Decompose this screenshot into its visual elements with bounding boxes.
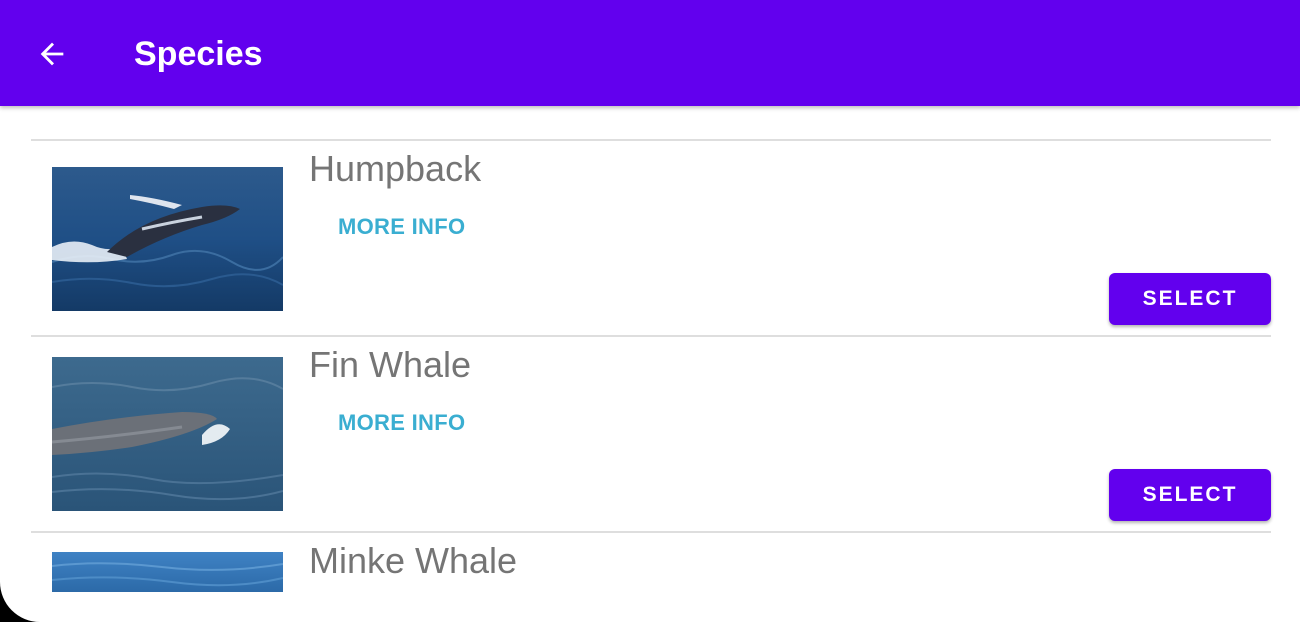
more-info-link[interactable]: MORE INFO bbox=[338, 214, 465, 240]
species-list: Humpback MORE INFO SELECT Fin Whale MORE… bbox=[31, 139, 1271, 622]
app-bar: Species bbox=[0, 0, 1300, 106]
species-screen: Species Humpback MORE INFO SELECT Fin Wh… bbox=[0, 0, 1300, 622]
page-title: Species bbox=[134, 35, 263, 73]
humpback-whale-photo bbox=[52, 167, 283, 311]
more-info-link[interactable]: MORE INFO bbox=[338, 410, 465, 436]
species-name: Fin Whale bbox=[309, 344, 472, 385]
species-item-minke-whale: Minke Whale bbox=[31, 533, 1271, 622]
species-name: Humpback bbox=[309, 148, 482, 189]
species-name: Minke Whale bbox=[309, 540, 518, 581]
minke-whale-photo bbox=[52, 552, 283, 592]
arrow-left-icon bbox=[40, 42, 64, 66]
select-button[interactable]: SELECT bbox=[1109, 273, 1271, 325]
species-item-fin-whale: Fin Whale MORE INFO SELECT bbox=[31, 337, 1271, 531]
back-button[interactable] bbox=[28, 30, 76, 78]
fin-whale-photo bbox=[52, 357, 283, 511]
select-button[interactable]: SELECT bbox=[1109, 469, 1271, 521]
species-item-humpback: Humpback MORE INFO SELECT bbox=[31, 141, 1271, 335]
